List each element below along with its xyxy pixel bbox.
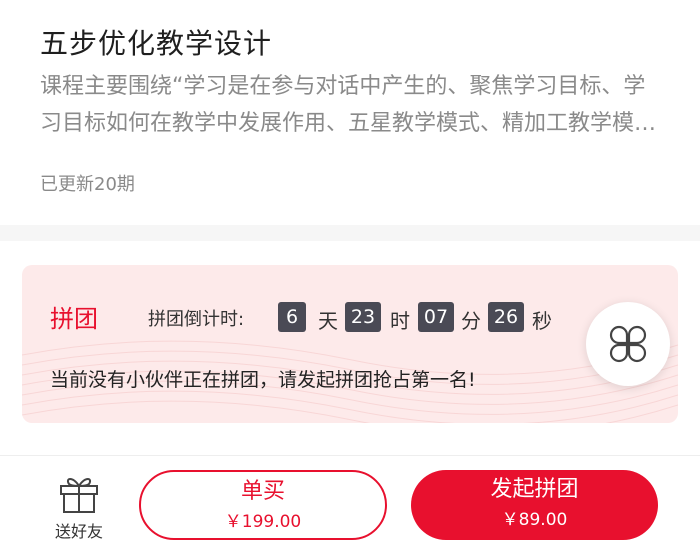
send-to-friend-button[interactable]: 送好友 (44, 474, 114, 541)
wave-pattern (22, 340, 678, 423)
section-divider (0, 225, 700, 241)
course-info-card: 五步优化教学设计 课程主要围绕“学习是在参与对话中产生的、聚焦学习目标、学习目标… (0, 0, 700, 225)
bottom-action-bar: 送好友 单买 ￥199.00 发起拼团 ￥89.00 (0, 455, 700, 548)
buy-single-price: ￥199.00 (224, 512, 302, 532)
countdown-label: 拼团倒计时: (148, 309, 245, 330)
grid-menu-icon (609, 325, 647, 363)
gift-icon (60, 478, 98, 513)
countdown-minutes-unit: 分 (461, 309, 481, 333)
countdown-days-unit: 天 (318, 309, 338, 333)
buy-single-label: 单买 (240, 479, 285, 504)
countdown-hours-unit: 时 (390, 309, 410, 333)
group-buy-panel: 拼团 拼团倒计时: 6 天 23 时 07 分 26 秒 当前没有小伙伴正在拼团… (22, 265, 678, 423)
start-group-buy-button[interactable]: 发起拼团 ￥89.00 (411, 470, 658, 540)
floating-menu-button[interactable] (586, 302, 670, 386)
update-count: 已更新20期 (40, 174, 135, 195)
countdown-seconds: 26 (488, 302, 524, 332)
buy-single-button[interactable]: 单买 ￥199.00 (139, 470, 387, 540)
countdown-hours: 23 (345, 302, 381, 332)
countdown-days: 6 (278, 302, 306, 332)
countdown-seconds-unit: 秒 (532, 309, 552, 333)
course-description: 课程主要围绕“学习是在参与对话中产生的、聚焦学习目标、学习目标如何在教学中发展作… (40, 74, 657, 136)
start-group-label: 发起拼团 (490, 477, 579, 502)
group-buy-title: 拼团 (50, 305, 98, 333)
gift-label: 送好友 (54, 522, 103, 541)
countdown-minutes: 07 (418, 302, 454, 332)
start-group-price: ￥89.00 (501, 510, 568, 530)
group-empty-message: 当前没有小伙伴正在拼团，请发起拼团抢占第一名! (50, 369, 476, 391)
course-title: 五步优化教学设计 (40, 27, 273, 60)
